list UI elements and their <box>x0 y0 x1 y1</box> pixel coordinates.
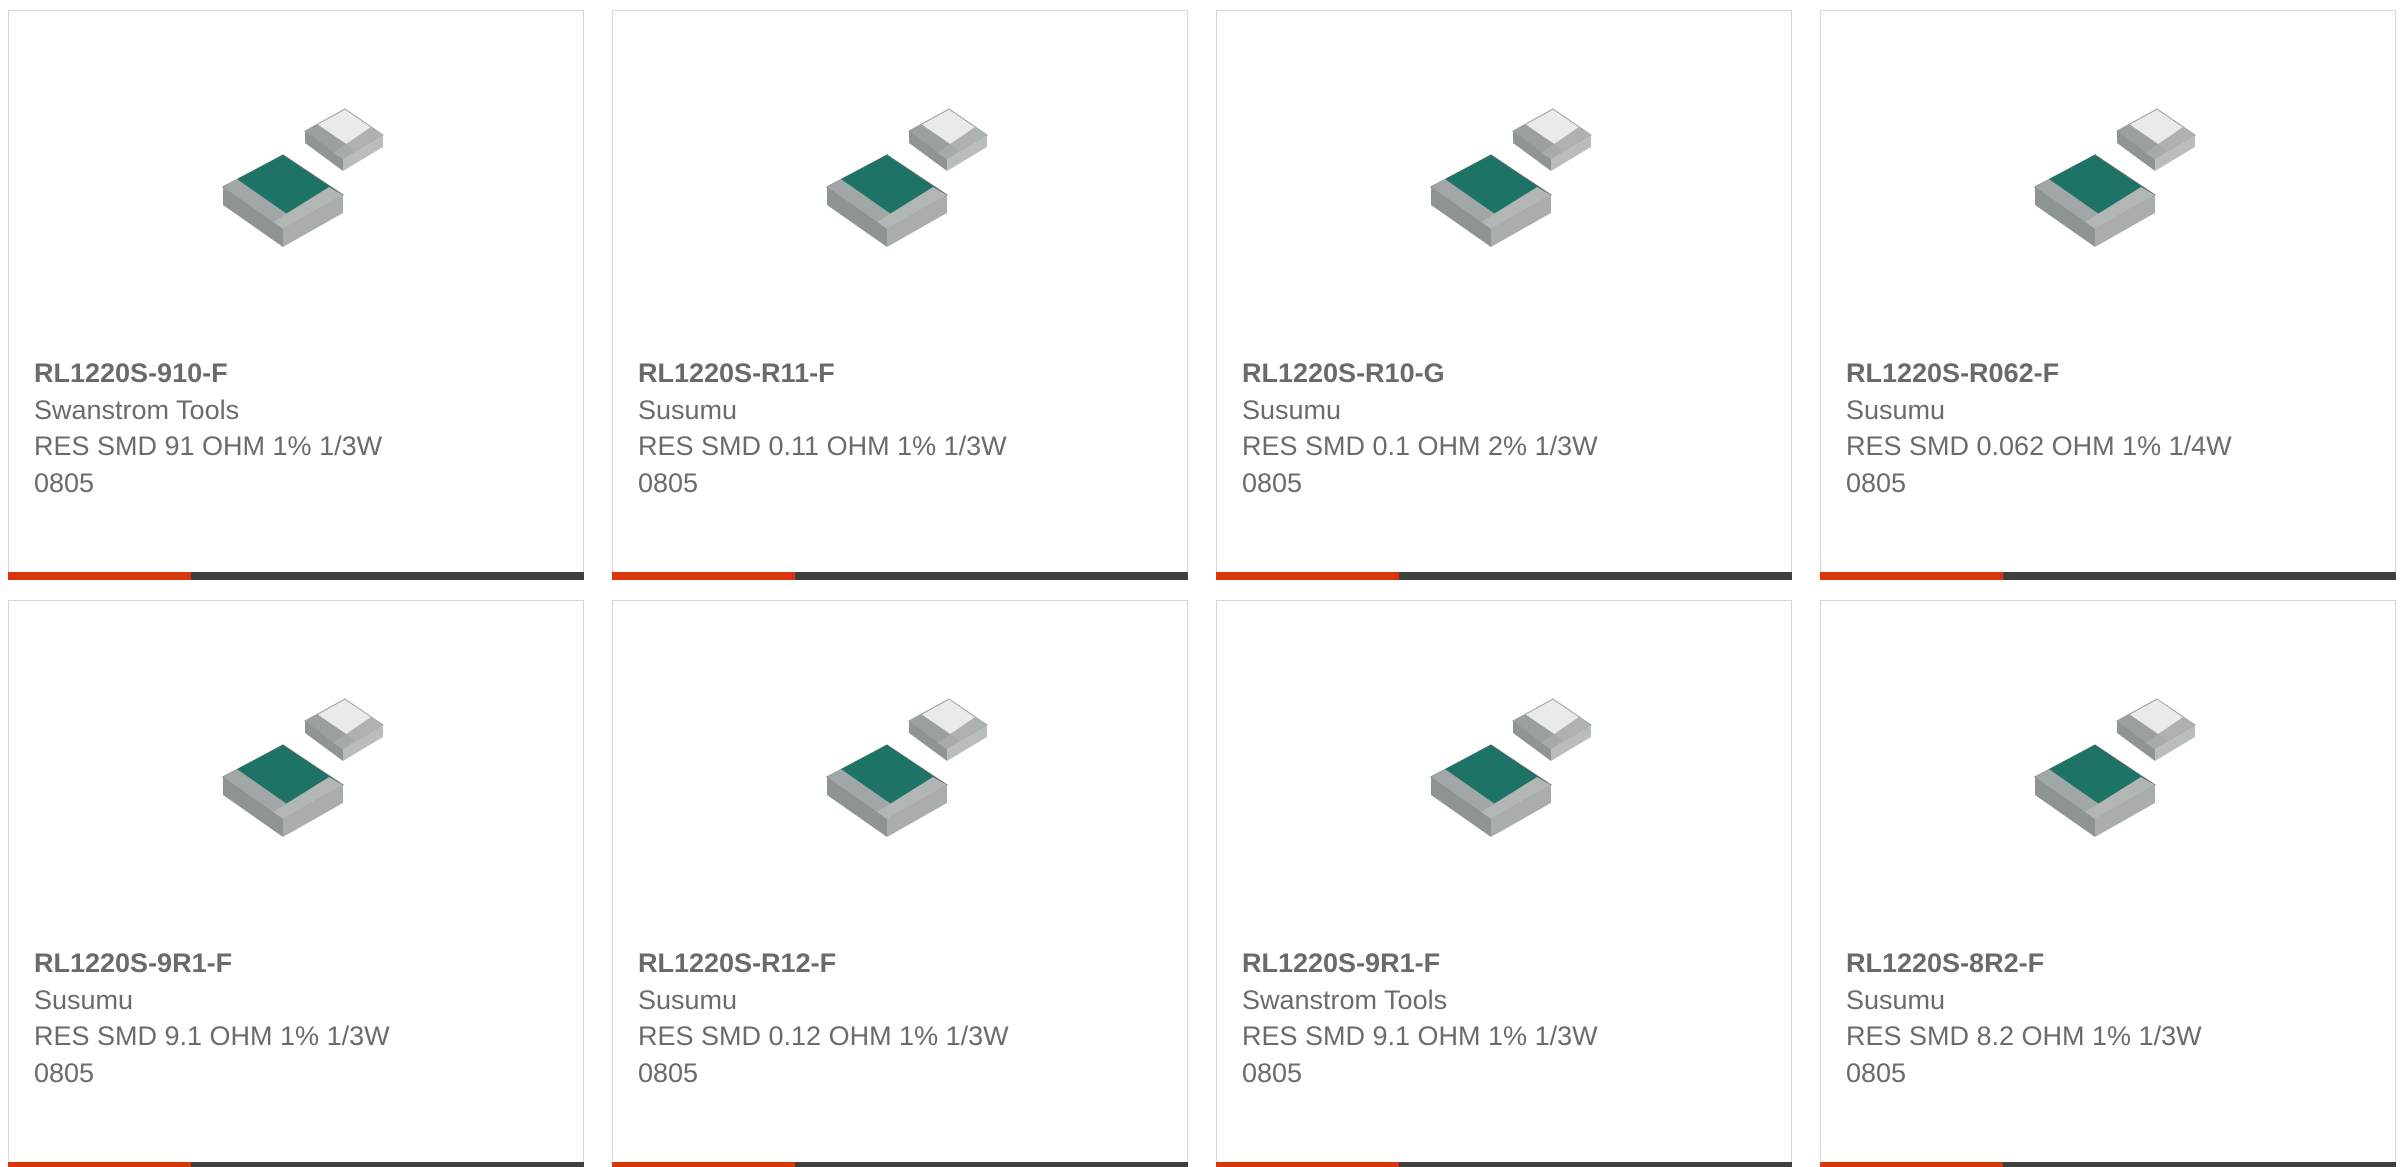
description-line-2: 0805 <box>1242 1057 1303 1088</box>
product-card[interactable]: RL1220S-910-F Swanstrom Tools RES SMD 91… <box>8 10 584 580</box>
manufacturer: Susumu <box>638 394 738 425</box>
card-footer-bar <box>1216 1162 1792 1167</box>
description-line-1: RES SMD 9.1 OHM 1% 1/3W <box>1242 1021 1598 1051</box>
card-footer-accent <box>8 1162 191 1167</box>
description-line-1: RES SMD 0.062 OHM 1% 1/4W <box>1846 431 2232 461</box>
part-number[interactable]: RL1220S-9R1-F <box>1242 945 1762 982</box>
smd-resistor-image[interactable] <box>797 83 1007 293</box>
card-footer-accent <box>8 572 191 580</box>
manufacturer: Swanstrom Tools <box>34 394 240 425</box>
part-number[interactable]: RL1220S-R062-F <box>1846 355 2366 392</box>
description-line-2: 0805 <box>1242 467 1303 498</box>
smd-resistor-image <box>1401 673 1611 883</box>
card-footer-bar <box>8 1162 584 1167</box>
product-info: RL1220S-R062-F Susumu RES SMD 0.062 OHM … <box>1846 355 2366 501</box>
card-footer-bar <box>1820 572 2396 580</box>
description-line-2: 0805 <box>34 1057 95 1088</box>
part-number[interactable]: RL1220S-R10-G <box>1242 355 1762 392</box>
card-footer-accent <box>1820 1162 2003 1167</box>
product-info: RL1220S-910-F Swanstrom Tools RES SMD 91… <box>34 355 554 501</box>
product-card[interactable]: RL1220S-R12-F Susumu RES SMD 0.12 OHM 1%… <box>612 600 1188 1167</box>
manufacturer: Susumu <box>638 984 738 1015</box>
product-grid: RL1220S-910-F Swanstrom Tools RES SMD 91… <box>0 0 2400 1167</box>
manufacturer: Susumu <box>34 984 134 1015</box>
product-card[interactable]: RL1220S-9R1-F Susumu RES SMD 9.1 OHM 1% … <box>8 600 584 1167</box>
description-line-1: RES SMD 91 OHM 1% 1/3W <box>34 431 383 461</box>
smd-resistor-image[interactable] <box>797 673 1007 883</box>
part-number[interactable]: RL1220S-8R2-F <box>1846 945 2366 982</box>
smd-resistor-image[interactable] <box>193 83 403 293</box>
smd-resistor-image[interactable] <box>1401 673 1611 883</box>
card-footer-accent <box>1216 572 1399 580</box>
smd-resistor-image <box>797 83 1007 293</box>
smd-resistor-image <box>2005 673 2215 883</box>
card-footer-accent <box>612 572 795 580</box>
card-footer-bar <box>612 1162 1188 1167</box>
smd-resistor-image <box>2005 83 2215 293</box>
product-card[interactable]: RL1220S-8R2-F Susumu RES SMD 8.2 OHM 1% … <box>1820 600 2396 1167</box>
product-info: RL1220S-R11-F Susumu RES SMD 0.11 OHM 1%… <box>638 355 1158 501</box>
part-number[interactable]: RL1220S-R11-F <box>638 355 1158 392</box>
product-info: RL1220S-9R1-F Swanstrom Tools RES SMD 9.… <box>1242 945 1762 1091</box>
smd-resistor-image[interactable] <box>1401 83 1611 293</box>
card-footer-accent <box>612 1162 795 1167</box>
part-number[interactable]: RL1220S-9R1-F <box>34 945 554 982</box>
description-line-1: RES SMD 0.1 OHM 2% 1/3W <box>1242 431 1598 461</box>
product-card[interactable]: RL1220S-R062-F Susumu RES SMD 0.062 OHM … <box>1820 10 2396 580</box>
product-info: RL1220S-8R2-F Susumu RES SMD 8.2 OHM 1% … <box>1846 945 2366 1091</box>
manufacturer: Susumu <box>1846 394 1946 425</box>
manufacturer: Swanstrom Tools <box>1242 984 1448 1015</box>
description-line-1: RES SMD 9.1 OHM 1% 1/3W <box>34 1021 390 1051</box>
card-footer-bar <box>8 572 584 580</box>
manufacturer: Susumu <box>1242 394 1342 425</box>
smd-resistor-image <box>193 673 403 883</box>
smd-resistor-image <box>193 83 403 293</box>
description-line-1: RES SMD 0.11 OHM 1% 1/3W <box>638 431 1007 461</box>
description-line-2: 0805 <box>638 1057 699 1088</box>
smd-resistor-image[interactable] <box>193 673 403 883</box>
smd-resistor-image[interactable] <box>2005 673 2215 883</box>
product-card[interactable]: RL1220S-R10-G Susumu RES SMD 0.1 OHM 2% … <box>1216 10 1792 580</box>
description-line-2: 0805 <box>638 467 699 498</box>
card-footer-bar <box>612 572 1188 580</box>
card-footer-bar <box>1216 572 1792 580</box>
description-line-2: 0805 <box>1846 1057 1907 1088</box>
card-footer-bar <box>1820 1162 2396 1167</box>
description-line-2: 0805 <box>34 467 95 498</box>
smd-resistor-image <box>797 673 1007 883</box>
description-line-2: 0805 <box>1846 467 1907 498</box>
description-line-1: RES SMD 0.12 OHM 1% 1/3W <box>638 1021 1009 1051</box>
product-info: RL1220S-R12-F Susumu RES SMD 0.12 OHM 1%… <box>638 945 1158 1091</box>
description-line-1: RES SMD 8.2 OHM 1% 1/3W <box>1846 1021 2202 1051</box>
card-footer-accent <box>1216 1162 1399 1167</box>
smd-resistor-image <box>1401 83 1611 293</box>
product-info: RL1220S-9R1-F Susumu RES SMD 9.1 OHM 1% … <box>34 945 554 1091</box>
product-info: RL1220S-R10-G Susumu RES SMD 0.1 OHM 2% … <box>1242 355 1762 501</box>
smd-resistor-image[interactable] <box>2005 83 2215 293</box>
manufacturer: Susumu <box>1846 984 1946 1015</box>
card-footer-accent <box>1820 572 2003 580</box>
product-card[interactable]: RL1220S-9R1-F Swanstrom Tools RES SMD 9.… <box>1216 600 1792 1167</box>
product-card[interactable]: RL1220S-R11-F Susumu RES SMD 0.11 OHM 1%… <box>612 10 1188 580</box>
part-number[interactable]: RL1220S-910-F <box>34 355 554 392</box>
part-number[interactable]: RL1220S-R12-F <box>638 945 1158 982</box>
